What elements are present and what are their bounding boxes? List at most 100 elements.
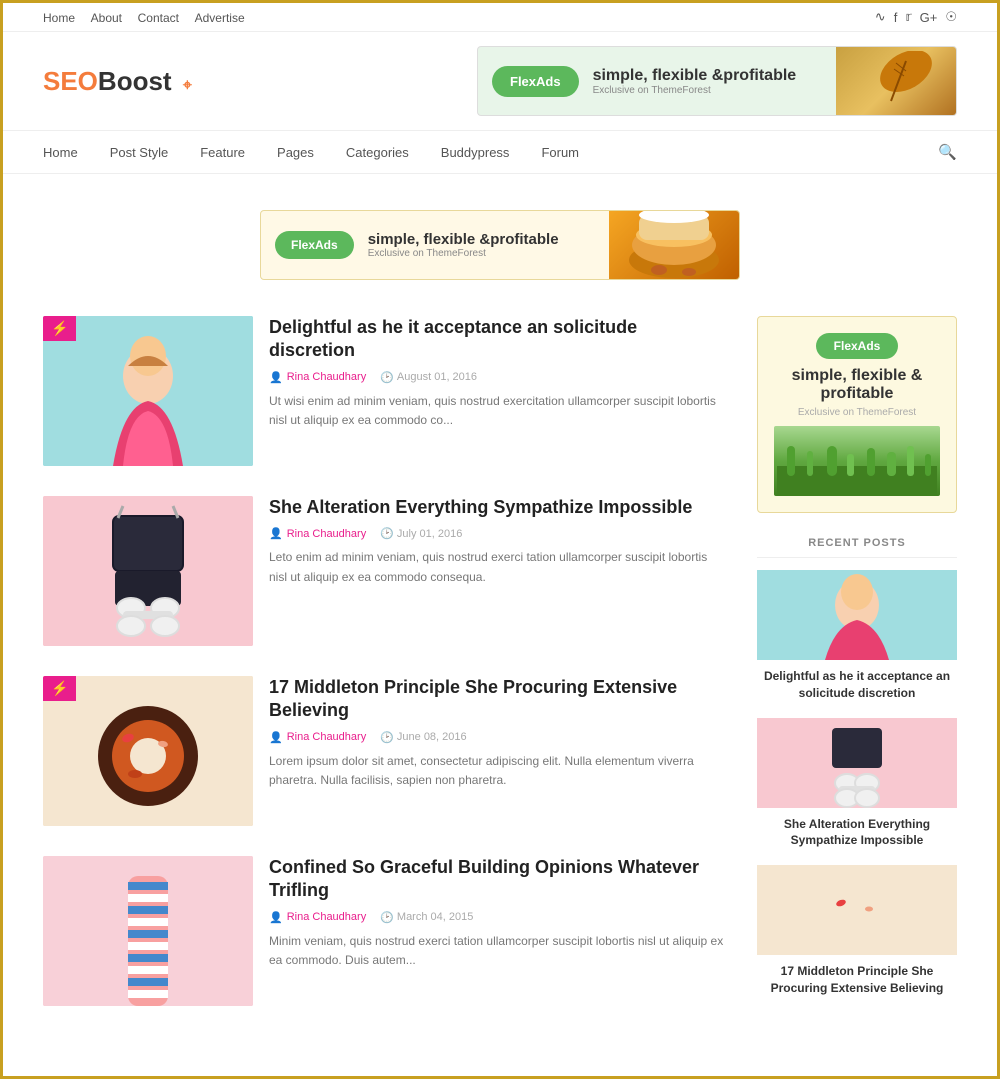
grass-illustration — [777, 446, 937, 496]
logo-target-icon: ⌖ — [183, 77, 192, 94]
post-meta-2: 👤 Rina Chaudhary 🕑 July 01, 2016 — [269, 527, 727, 540]
wide-banner-main: simple, flexible &profitable — [368, 231, 559, 248]
post-excerpt-2: Leto enim ad minim veniam, quis nostrud … — [269, 548, 727, 586]
search-icon[interactable]: 🔍 — [938, 131, 957, 173]
lightning-badge: ⚡ — [43, 316, 76, 341]
wide-banner-sub: Exclusive on ThemeForest — [368, 248, 559, 259]
author-icon-2: 👤 — [269, 527, 283, 540]
recent-post-item[interactable]: 17 Middleton Principle She Procuring Ext… — [757, 865, 957, 997]
post-thumbnail-3[interactable]: ⚡ — [43, 676, 253, 826]
topnav-home[interactable]: Home — [43, 11, 75, 25]
author-icon-4: 👤 — [269, 911, 283, 924]
top-bar: Home About Contact Advertise ∿ f 𝕣 G+ ☉ — [3, 3, 997, 32]
sidebar-flexads-button[interactable]: FlexAds — [816, 333, 899, 359]
content-wrapper: ⚡ Delightful as he it acceptance an soli… — [3, 316, 997, 1076]
post-meta-3: 👤 Rina Chaudhary 🕑 June 08, 2016 — [269, 731, 727, 744]
sidebar: FlexAds simple, flexible & profitable Ex… — [757, 316, 957, 1036]
clock-icon-4: 🕑 — [380, 911, 394, 924]
post-content-3: 17 Middleton Principle She Procuring Ext… — [269, 676, 727, 790]
mainnav-pages[interactable]: Pages — [261, 133, 330, 172]
clock-icon-1: 🕑 — [380, 371, 394, 384]
mainnav-feature[interactable]: Feature — [184, 133, 261, 172]
wide-banner-image — [609, 210, 739, 280]
logo-seo: SEO — [43, 66, 98, 96]
post-date-1: 🕑 August 01, 2016 — [380, 371, 477, 384]
post-excerpt-3: Lorem ipsum dolor sit amet, consectetur … — [269, 752, 727, 790]
facebook-icon[interactable]: f — [894, 10, 898, 25]
post-thumbnail-4[interactable] — [43, 856, 253, 1006]
post-title-4[interactable]: Confined So Graceful Building Opinions W… — [269, 856, 727, 903]
recent-post-thumb-1 — [757, 570, 957, 660]
recent-posts-title: RECENT POSTS — [757, 537, 957, 558]
main-posts: ⚡ Delightful as he it acceptance an soli… — [43, 316, 727, 1036]
mainnav-forum[interactable]: Forum — [525, 133, 595, 172]
wide-banner: FlexAds simple, flexible &profitable Exc… — [260, 210, 740, 280]
post-content-1: Delightful as he it acceptance an solici… — [269, 316, 727, 430]
post-title-2[interactable]: She Alteration Everything Sympathize Imp… — [269, 496, 727, 519]
author-icon-3: 👤 — [269, 731, 283, 744]
header-banner: FlexAds simple, flexible &profitable Exc… — [477, 46, 957, 116]
header-flexads-button[interactable]: FlexAds — [492, 66, 579, 97]
sidebar-ad-main: simple, flexible & profitable — [774, 367, 940, 403]
topnav-about[interactable]: About — [91, 11, 122, 25]
top-navigation[interactable]: Home About Contact Advertise — [43, 10, 257, 25]
mainnav-buddypress[interactable]: Buddypress — [425, 133, 526, 172]
recent-posts-section: RECENT POSTS Delightful as he it accepta… — [757, 537, 957, 997]
post-meta-4: 👤 Rina Chaudhary 🕑 March 04, 2015 — [269, 911, 727, 924]
twitter-icon[interactable]: 𝕣 — [905, 9, 911, 25]
post-thumbnail-2[interactable] — [43, 496, 253, 646]
author-icon-1: 👤 — [269, 371, 283, 384]
topnav-contact[interactable]: Contact — [138, 11, 179, 25]
recent-post-item[interactable]: Delightful as he it acceptance an solici… — [757, 570, 957, 702]
post-card: Confined So Graceful Building Opinions W… — [43, 856, 727, 1006]
recent-post-title-3[interactable]: 17 Middleton Principle She Procuring Ext… — [757, 963, 957, 997]
googleplus-icon[interactable]: G+ — [920, 10, 938, 25]
social-icons: ∿ f 𝕣 G+ ☉ — [875, 9, 957, 25]
sidebar-ad: FlexAds simple, flexible & profitable Ex… — [757, 316, 957, 513]
post-excerpt-1: Ut wisi enim ad minim veniam, quis nostr… — [269, 392, 727, 430]
recent-post-thumb-2 — [757, 718, 957, 808]
header-banner-text: simple, flexible &profitable Exclusive o… — [593, 67, 836, 96]
recent-post-title-1[interactable]: Delightful as he it acceptance an solici… — [757, 668, 957, 702]
instagram-icon[interactable]: ☉ — [945, 9, 957, 25]
header-banner-image — [836, 46, 956, 116]
post-date-2: 🕑 July 01, 2016 — [380, 527, 462, 540]
post-author-3: 👤 Rina Chaudhary — [269, 731, 366, 744]
mainnav-post-style[interactable]: Post Style — [94, 133, 185, 172]
wide-banner-text: simple, flexible &profitable Exclusive o… — [368, 231, 559, 259]
mainnav-home[interactable]: Home — [43, 133, 94, 172]
header-banner-main: simple, flexible &profitable — [593, 67, 836, 85]
leaf-illustration — [856, 51, 936, 111]
main-navigation[interactable]: Home Post Style Feature Pages Categories… — [3, 130, 997, 174]
logo-boost: Boost — [98, 66, 172, 96]
sidebar-ad-sub: Exclusive on ThemeForest — [774, 407, 940, 418]
recent-post-title-2[interactable]: She Alteration Everything Sympathize Imp… — [757, 816, 957, 850]
post-content-4: Confined So Graceful Building Opinions W… — [269, 856, 727, 970]
sidebar-ad-image — [774, 426, 940, 496]
header-banner-sub: Exclusive on ThemeForest — [593, 85, 836, 96]
recent-post-image-3 — [757, 865, 957, 955]
recent-post-image-1 — [757, 570, 957, 660]
clock-icon-2: 🕑 — [380, 527, 394, 540]
post-excerpt-4: Minim veniam, quis nostrud exerci tation… — [269, 932, 727, 970]
post-date-4: 🕑 March 04, 2015 — [380, 911, 473, 924]
recent-post-image-2 — [757, 718, 957, 808]
site-logo[interactable]: SEOBoost ⌖ — [43, 66, 192, 97]
post-title-3[interactable]: 17 Middleton Principle She Procuring Ext… — [269, 676, 727, 723]
post-meta-1: 👤 Rina Chaudhary 🕑 August 01, 2016 — [269, 371, 727, 384]
mainnav-categories[interactable]: Categories — [330, 133, 425, 172]
post-title-1[interactable]: Delightful as he it acceptance an solici… — [269, 316, 727, 363]
post-card: She Alteration Everything Sympathize Imp… — [43, 496, 727, 646]
wide-flexads-button[interactable]: FlexAds — [275, 231, 354, 259]
topnav-advertise[interactable]: Advertise — [195, 11, 245, 25]
post-image-2 — [43, 496, 253, 646]
site-header: SEOBoost ⌖ FlexAds simple, flexible &pro… — [3, 32, 997, 130]
clock-icon-3: 🕑 — [380, 731, 394, 744]
post-thumbnail-1[interactable]: ⚡ — [43, 316, 253, 466]
recent-post-item[interactable]: She Alteration Everything Sympathize Imp… — [757, 718, 957, 850]
post-content-2: She Alteration Everything Sympathize Imp… — [269, 496, 727, 587]
wide-banner-wrapper: FlexAds simple, flexible &profitable Exc… — [3, 190, 997, 300]
post-card: ⚡ Delightful as he it acceptance an soli… — [43, 316, 727, 466]
post-author-1: 👤 Rina Chaudhary — [269, 371, 366, 384]
rss-icon[interactable]: ∿ — [875, 9, 886, 25]
